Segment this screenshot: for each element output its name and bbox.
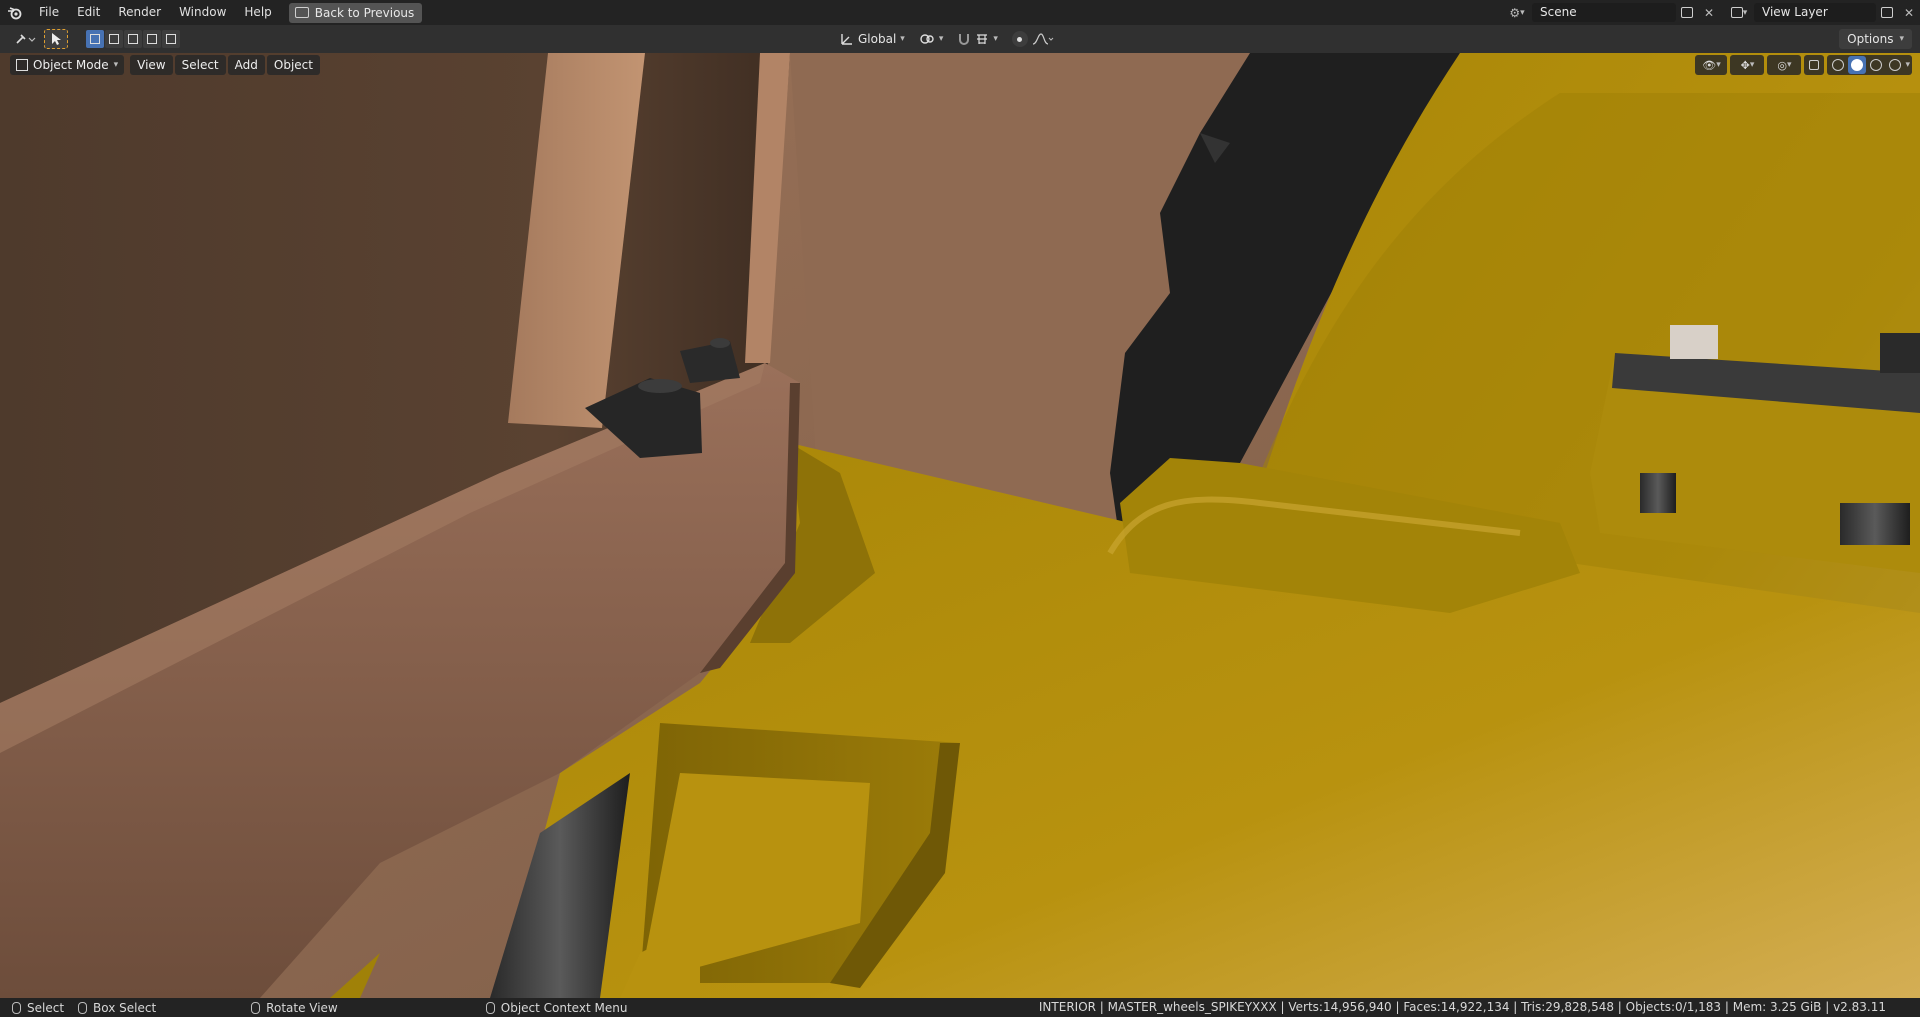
select-extend-icon[interactable] xyxy=(105,30,123,48)
new-view-layer-icon[interactable] xyxy=(1876,3,1898,22)
menu-edit[interactable]: Edit xyxy=(68,0,109,25)
proportional-editing-dropdown[interactable] xyxy=(1008,29,1058,49)
select-hint-label: Select xyxy=(27,1000,65,1015)
select-invert-icon[interactable] xyxy=(143,30,161,48)
back-to-previous-button[interactable]: Back to Previous xyxy=(288,2,423,23)
orientation-axes-icon xyxy=(841,34,852,45)
status-rotate-hint: Rotate View xyxy=(251,1001,338,1015)
options-label: Options xyxy=(1847,32,1894,46)
left-mouse-icon xyxy=(12,1001,21,1014)
viewport-header: Object Mode ▾ View Select Add Object xyxy=(10,55,320,75)
right-mouse-icon xyxy=(485,1001,495,1014)
wireframe-shading-icon[interactable] xyxy=(1829,56,1847,74)
visibility-eye-icon[interactable]: 👁 ▾ xyxy=(1695,55,1728,75)
top-menu-bar: File Edit Render Window Help Back to Pre… xyxy=(0,0,1920,25)
rotate-view-hint-label: Rotate View xyxy=(266,1000,338,1015)
falloff-curve-icon xyxy=(1032,33,1054,45)
viewport-display-controls: 👁 ▾ ✥ ▾ ◎ ▾ ▾ xyxy=(1695,55,1912,75)
menu-file[interactable]: File xyxy=(30,0,68,25)
menu-help[interactable]: Help xyxy=(235,0,280,25)
delete-scene-icon[interactable]: ✕ xyxy=(1698,3,1720,22)
status-select-hint: Select xyxy=(12,1001,64,1015)
tool-header: Global ▾ ▾ ▾ Options ▾ xyxy=(0,25,1920,53)
back-to-previous-label: Back to Previous xyxy=(314,5,415,20)
viewport-menu-add[interactable]: Add xyxy=(227,55,265,75)
gizmo-toggle-icon[interactable]: ✥ ▾ xyxy=(1730,55,1765,75)
snap-dropdown[interactable]: ▾ xyxy=(953,29,1002,49)
status-context-menu-hint: Object Context Menu xyxy=(485,1000,628,1015)
viewport-render xyxy=(0,53,1920,998)
snap-increment-icon xyxy=(977,34,988,44)
material-preview-icon[interactable] xyxy=(1867,56,1885,74)
overlays-icon[interactable]: ◎ ▾ xyxy=(1767,55,1802,75)
drag-mouse-icon xyxy=(78,1001,88,1014)
view-layer-field[interactable]: View Layer xyxy=(1754,3,1876,22)
scene-browse-icon[interactable]: ⚙ ▾ xyxy=(1502,3,1532,22)
scene-controls: ⚙ ▾ Scene ✕ ▾ View Layer ✕ xyxy=(1502,0,1920,25)
snap-magnet-icon xyxy=(959,34,970,45)
viewport-menu-object[interactable]: Object xyxy=(266,55,320,75)
rendered-shading-icon[interactable] xyxy=(1886,56,1904,74)
shading-options-chevron-icon[interactable]: ▾ xyxy=(1905,60,1910,70)
viewport-menu-select[interactable]: Select xyxy=(174,55,226,75)
xray-toggle-icon[interactable] xyxy=(1804,55,1825,75)
object-mode-label: Object Mode xyxy=(33,58,109,72)
view-layer-browse-icon[interactable]: ▾ xyxy=(1724,3,1754,22)
options-dropdown[interactable]: Options ▾ xyxy=(1839,29,1912,49)
selection-mode-group xyxy=(86,30,180,48)
transform-orientation-label: Global xyxy=(858,32,897,46)
blender-logo-icon[interactable] xyxy=(0,0,30,25)
object-mode-icon xyxy=(16,59,28,71)
pivot-icon xyxy=(920,34,934,44)
middle-mouse-icon xyxy=(251,1001,261,1014)
pivot-point-dropdown[interactable]: ▾ xyxy=(915,29,948,49)
new-scene-icon[interactable] xyxy=(1676,3,1698,22)
scene-name-field[interactable]: Scene xyxy=(1532,3,1676,22)
screen-back-icon xyxy=(294,7,309,18)
select-set-icon[interactable] xyxy=(86,30,104,48)
context-menu-hint-label: Object Context Menu xyxy=(500,1000,628,1015)
select-intersect-icon[interactable] xyxy=(162,30,180,48)
menu-window[interactable]: Window xyxy=(170,0,235,25)
editor-type-icon[interactable] xyxy=(10,29,40,49)
status-box-select-hint: Box Select xyxy=(78,1001,156,1015)
delete-view-layer-icon[interactable]: ✕ xyxy=(1898,3,1920,22)
scene-statistics: INTERIOR | MASTER_wheels_SPIKEYXXX | Ver… xyxy=(1038,1000,1886,1014)
box-select-hint-label: Box Select xyxy=(93,1000,157,1015)
3d-viewport[interactable]: Object Mode ▾ View Select Add Object 👁 ▾ … xyxy=(0,53,1920,998)
viewport-menu-view[interactable]: View xyxy=(130,55,173,75)
select-subtract-icon[interactable] xyxy=(124,30,142,48)
solid-shading-icon[interactable] xyxy=(1848,56,1867,74)
proportional-edit-icon xyxy=(1011,31,1028,47)
select-tool-icon[interactable] xyxy=(44,29,68,49)
shading-mode-group: ▾ xyxy=(1827,55,1912,75)
status-bar: Select Box Select Rotate View Object Con… xyxy=(0,998,1920,1017)
menu-render[interactable]: Render xyxy=(109,0,170,25)
object-mode-dropdown[interactable]: Object Mode ▾ xyxy=(10,55,125,75)
transform-orientation-dropdown[interactable]: Global ▾ xyxy=(836,29,909,49)
